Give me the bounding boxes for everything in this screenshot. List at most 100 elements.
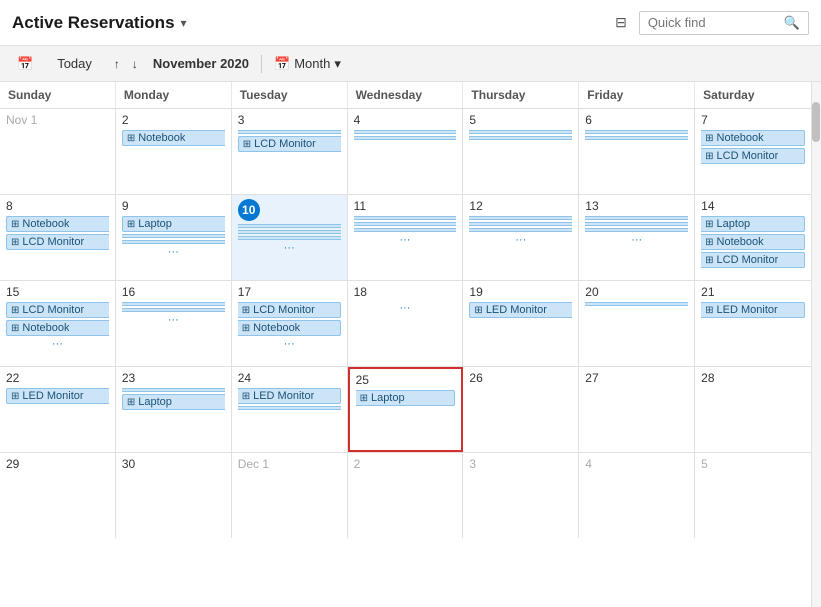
reservation-bar[interactable]: ⊞LCD Monitor [701,148,805,164]
day-cell[interactable]: 5 [695,453,811,538]
reservation-bar[interactable]: ⊞Notebook [6,320,109,336]
day-cell[interactable]: 9⊞Laptop··· [116,195,232,280]
reservation-bar[interactable] [585,130,688,134]
reservation-bar[interactable] [122,234,225,238]
reservation-bar[interactable] [122,240,225,244]
reservation-bar[interactable]: ⊞Notebook [6,216,109,232]
reservation-bar[interactable] [469,130,572,134]
reservation-bar[interactable] [238,230,341,234]
reservation-bar[interactable]: ⊞LED Monitor [701,302,805,318]
next-arrow[interactable]: ↓ [127,55,143,73]
day-cell[interactable]: 22⊞LED Monitor [0,367,116,452]
title-dropdown-icon[interactable]: ▾ [181,16,187,30]
reservation-bar[interactable] [238,236,341,240]
day-cell[interactable]: 3⊞LCD Monitor [232,109,348,194]
reservation-bar[interactable]: ⊞LED Monitor [238,388,341,404]
more-items-indicator[interactable]: ··· [238,242,341,254]
more-items-indicator[interactable]: ··· [585,234,688,246]
reservation-bar[interactable]: ⊞LCD Monitor [238,302,341,318]
reservation-bar[interactable]: ⊞Laptop [701,216,805,232]
reservation-bar[interactable] [469,136,572,140]
reservation-bar[interactable] [238,224,341,228]
reservation-bar[interactable] [585,228,688,232]
reservation-bar[interactable]: ⊞LCD Monitor [6,234,109,250]
reservation-bar[interactable]: ⊞LCD Monitor [701,252,805,268]
day-cell[interactable]: 13··· [579,195,695,280]
calendar-icon-btn[interactable]: 📅 [10,53,40,75]
day-cell[interactable]: Dec 1 [232,453,348,538]
reservation-bar[interactable] [469,216,572,220]
day-cell[interactable]: 8⊞Notebook⊞LCD Monitor [0,195,116,280]
reservation-bar[interactable] [585,216,688,220]
reservation-bar[interactable]: ⊞Laptop [122,394,225,410]
reservation-bar[interactable]: ⊞LED Monitor [469,302,572,318]
day-cell[interactable]: 18··· [348,281,464,366]
scrollbar-thumb[interactable] [812,102,820,142]
day-cell[interactable]: 21⊞LED Monitor [695,281,811,366]
reservation-bar[interactable] [122,308,225,312]
reservation-bar[interactable] [354,222,457,226]
reservation-bar[interactable] [585,222,688,226]
reservation-bar[interactable] [122,388,225,392]
day-cell[interactable]: 14⊞Laptop⊞Notebook⊞LCD Monitor [695,195,811,280]
day-cell[interactable]: 26 [463,367,579,452]
day-cell[interactable]: 4 [579,453,695,538]
reservation-bar[interactable] [354,130,457,134]
day-cell[interactable]: 7⊞Notebook⊞LCD Monitor [695,109,811,194]
today-button[interactable]: Today [50,53,99,74]
view-selector[interactable]: 📅 Month ▾ [274,56,341,72]
day-cell[interactable]: 23⊞Laptop [116,367,232,452]
day-cell[interactable]: Nov 1 [0,109,116,194]
day-cell[interactable]: 19⊞LED Monitor [463,281,579,366]
day-cell[interactable]: 12··· [463,195,579,280]
day-cell[interactable]: 27 [579,367,695,452]
reservation-bar[interactable]: ⊞Laptop [122,216,225,232]
reservation-bar[interactable] [354,228,457,232]
reservation-bar[interactable] [354,136,457,140]
more-items-indicator[interactable]: ··· [238,338,341,350]
reservation-bar[interactable]: ⊞Laptop [356,390,456,406]
day-cell[interactable]: 25⊞Laptop [348,367,464,452]
day-cell[interactable]: 6 [579,109,695,194]
scrollbar-area[interactable] [811,82,821,607]
prev-arrow[interactable]: ↑ [109,55,125,73]
day-cell[interactable]: 2⊞Notebook [116,109,232,194]
reservation-bar[interactable] [238,130,341,134]
reservation-bar[interactable] [238,406,341,410]
reservation-bar[interactable] [122,302,225,306]
reservation-bar[interactable]: ⊞Notebook [701,234,805,250]
reservation-bar[interactable] [469,222,572,226]
reservation-bar[interactable] [354,216,457,220]
reservation-bar[interactable]: ⊞Notebook [701,130,805,146]
day-cell[interactable]: 3 [463,453,579,538]
day-cell[interactable]: 28 [695,367,811,452]
filter-icon[interactable]: ⊟ [611,10,631,35]
day-cell[interactable]: 2 [348,453,464,538]
quick-find-input[interactable] [648,15,778,30]
day-cell[interactable]: 4 [348,109,464,194]
day-cell[interactable]: 10··· [232,195,348,280]
reservation-bar[interactable] [469,228,572,232]
reservation-bar[interactable] [585,136,688,140]
more-items-indicator[interactable]: ··· [354,302,457,314]
day-cell[interactable]: 11··· [348,195,464,280]
day-cell[interactable]: 24⊞LED Monitor [232,367,348,452]
day-cell[interactable]: 17⊞LCD Monitor⊞Notebook··· [232,281,348,366]
day-cell[interactable]: 5 [463,109,579,194]
more-items-indicator[interactable]: ··· [469,234,572,246]
reservation-bar[interactable]: ⊞Notebook [122,130,225,146]
reservation-bar[interactable] [585,302,688,306]
day-cell[interactable]: 16··· [116,281,232,366]
day-cell[interactable]: 20 [579,281,695,366]
reservation-bar[interactable]: ⊞Notebook [238,320,341,336]
day-cell[interactable]: 29 [0,453,116,538]
more-items-indicator[interactable]: ··· [6,338,109,350]
day-cell[interactable]: 15⊞LCD Monitor⊞Notebook··· [0,281,116,366]
month-year-label[interactable]: November 2020 [153,56,249,71]
more-items-indicator[interactable]: ··· [354,234,457,246]
reservation-bar[interactable]: ⊞LCD Monitor [238,136,341,152]
reservation-bar[interactable]: ⊞LED Monitor [6,388,109,404]
reservation-bar[interactable]: ⊞LCD Monitor [6,302,109,318]
more-items-indicator[interactable]: ··· [122,246,225,258]
day-cell[interactable]: 30 [116,453,232,538]
